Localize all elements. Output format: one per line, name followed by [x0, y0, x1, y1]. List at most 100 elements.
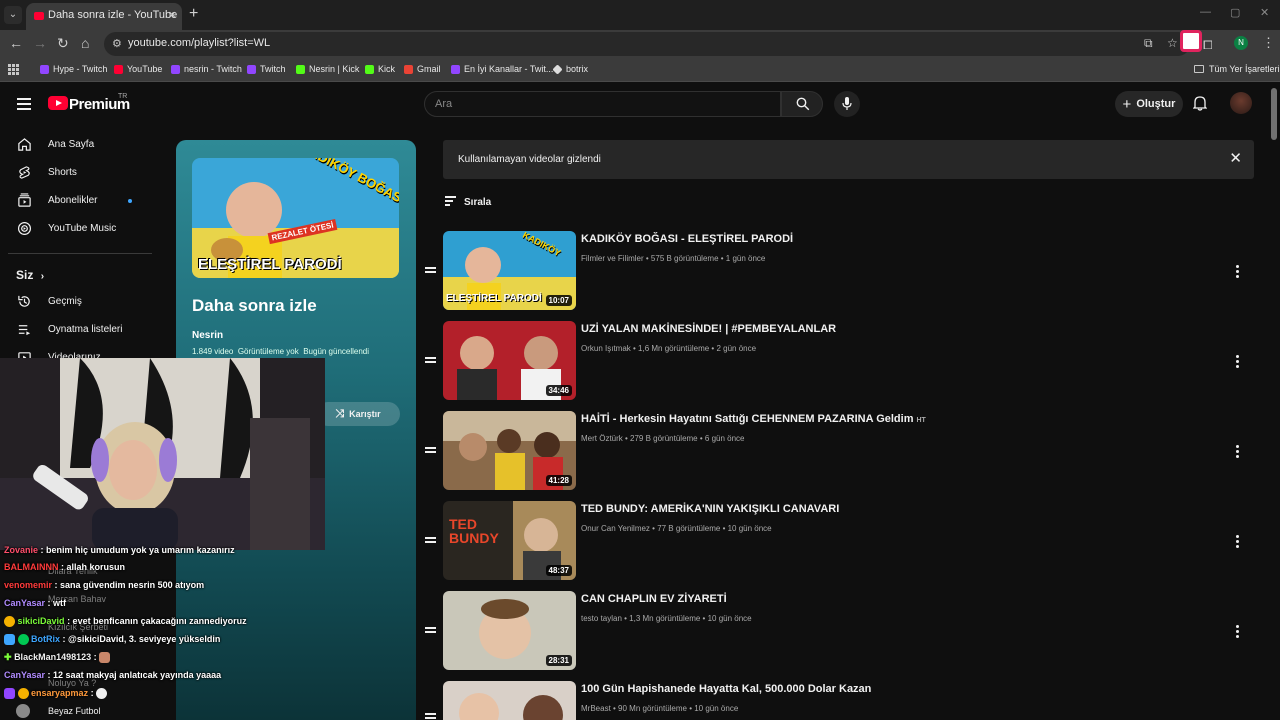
bookmark-gmail[interactable]: Gmail: [404, 64, 441, 74]
video-title[interactable]: TED BUNDY: AMERİKA'NIN YAKIŞIKLI CANAVAR…: [581, 503, 839, 515]
history-icon: [18, 295, 30, 307]
more-options-icon[interactable]: [1236, 445, 1240, 460]
back-icon[interactable]: ←: [9, 35, 23, 51]
more-options-icon[interactable]: [1236, 535, 1240, 550]
list-item[interactable]: KADIKÖY ELEŞTİREL PARODİ 10:07 KADIKÖY B…: [422, 231, 1262, 311]
sidebar-item-history[interactable]: Geçmiş: [0, 288, 160, 316]
bookmark-nesrin-kick[interactable]: Nesrin | Kick: [296, 64, 359, 74]
stream-chat-overlay: Zovanie : benim hiç umudum yok ya umarım…: [0, 542, 325, 702]
video-thumbnail[interactable]: 34:46: [443, 321, 576, 400]
youtube-icon: [114, 64, 123, 74]
close-icon[interactable]: ✕: [1229, 151, 1242, 166]
video-thumbnail[interactable]: 28:31: [443, 591, 576, 670]
browser-tab-bar: ⌄ Daha sonra izle - YouTube × + — ▢ ✕: [0, 0, 1280, 30]
video-title[interactable]: CAN CHAPLIN EV ZİYARETİ: [581, 593, 727, 605]
search-button[interactable]: [781, 91, 823, 117]
video-meta: Orkun Işıtmak • 1,6 Mn görüntüleme • 2 g…: [581, 344, 757, 353]
emote-icon: [99, 652, 111, 664]
sidebar-item-youtube-music[interactable]: YouTube Music: [0, 215, 160, 243]
list-item[interactable]: 41:28 HAİTİ - Herkesin Hayatını Sattığı …: [422, 411, 1262, 491]
chat-message: BotRix : @sikiciDavid, 3. seviyeye yükse…: [4, 634, 220, 646]
bookmark-kick[interactable]: Kick: [365, 64, 395, 74]
playlist-owner[interactable]: Nesrin: [192, 330, 223, 341]
drag-handle-icon[interactable]: [425, 447, 436, 455]
all-bookmarks[interactable]: Tüm Yer İşaretleri: [1194, 64, 1280, 74]
twitch-icon: [40, 64, 49, 74]
playlists-icon: [18, 325, 31, 336]
tab-close-icon[interactable]: ×: [168, 7, 176, 22]
video-duration: 28:31: [545, 655, 572, 666]
install-app-icon[interactable]: ⧉: [1144, 36, 1153, 51]
drag-handle-icon[interactable]: [425, 267, 436, 275]
drag-handle-icon[interactable]: [425, 357, 436, 365]
youtube-favicon-icon: [34, 12, 44, 20]
more-options-icon[interactable]: [1236, 265, 1240, 280]
hamburger-menu-icon[interactable]: [17, 98, 31, 110]
playlist-thumbnail[interactable]: KADIKÖY BOĞASI REZALET ÖTESİ ELEŞTİREL P…: [192, 158, 399, 278]
window-close-icon[interactable]: ✕: [1260, 6, 1269, 19]
bookmark-botrix[interactable]: botrix: [552, 63, 588, 75]
thumb-overlay-text: TED BUNDY: [449, 516, 499, 546]
video-title[interactable]: KADIKÖY BOĞASI - ELEŞTİREL PARODİ: [581, 233, 793, 245]
address-bar[interactable]: ⚙ youtube.com/playlist?list=WL ⧉ ☆: [104, 32, 1190, 56]
bookmark-star-icon[interactable]: ☆: [1167, 36, 1178, 50]
reload-icon[interactable]: ↻: [57, 35, 69, 52]
bookmark-youtube[interactable]: YouTube: [114, 64, 162, 74]
browser-toolbar: ← → ↻ ⌂ ⚙ youtube.com/playlist?list=WL ⧉…: [0, 30, 1280, 58]
extensions-puzzle-icon[interactable]: ⧠: [1203, 38, 1213, 53]
browser-profile-avatar[interactable]: N: [1234, 36, 1248, 50]
browser-menu-icon[interactable]: ⋮: [1262, 35, 1275, 51]
channel-badge: HT: [916, 417, 926, 424]
voice-search-button[interactable]: [834, 91, 860, 117]
minimize-icon[interactable]: —: [1200, 6, 1211, 18]
list-item[interactable]: TED BUNDY 48:37 TED BUNDY: AMERİKA'NIN YA…: [422, 501, 1262, 581]
sort-button[interactable]: Sırala: [445, 196, 491, 208]
account-avatar[interactable]: [1230, 92, 1252, 114]
sidebar-item-home[interactable]: Ana Sayfa: [0, 131, 160, 159]
drag-handle-icon[interactable]: [425, 537, 436, 545]
list-item[interactable]: 28:31 CAN CHAPLIN EV ZİYARETİ testo tayl…: [422, 591, 1262, 671]
chat-message: ✚ BlackMan1498123 :: [4, 652, 111, 664]
youtube-logo-icon[interactable]: [48, 96, 68, 110]
notifications-bell-icon[interactable]: [1193, 95, 1207, 111]
new-tab-icon[interactable]: +: [189, 5, 198, 23]
sidebar-item-playlists[interactable]: Oynatma listeleri: [0, 316, 160, 344]
maximize-icon[interactable]: ▢: [1230, 6, 1240, 19]
sidebar-item-beyaz-futbol[interactable]: Beyaz Futbol: [16, 703, 156, 719]
extension-icon[interactable]: [1180, 30, 1202, 52]
apps-grid-icon[interactable]: [8, 64, 19, 75]
drag-handle-icon[interactable]: [425, 713, 436, 720]
bookmark-twitch[interactable]: Twitch: [247, 64, 286, 74]
sidebar-item-shorts[interactable]: Shorts: [0, 159, 160, 187]
sidebar-you-section[interactable]: Siz ›: [16, 268, 44, 282]
video-title[interactable]: 100 Gün Hapishanede Hayatta Kal, 500.000…: [581, 683, 871, 695]
bookmark-hype-twitch[interactable]: Hype - Twitch: [40, 64, 107, 74]
list-item[interactable]: 100 Gün Hapishanede Hayatta Kal, 500.000…: [422, 681, 1262, 720]
bookmark-en-iyi-kanallar[interactable]: En İyi Kanallar - Twit...: [451, 64, 553, 74]
bookmark-nesrin-twitch[interactable]: nesrin - Twitch: [171, 64, 242, 74]
more-options-icon[interactable]: [1236, 625, 1240, 640]
video-thumbnail[interactable]: KADIKÖY ELEŞTİREL PARODİ 10:07: [443, 231, 576, 310]
video-thumbnail[interactable]: [443, 681, 576, 720]
address-url[interactable]: youtube.com/playlist?list=WL: [128, 37, 270, 49]
create-button[interactable]: + Oluştur: [1115, 91, 1183, 117]
forward-icon[interactable]: →: [33, 35, 47, 51]
video-thumbnail[interactable]: TED BUNDY 48:37: [443, 501, 576, 580]
home-page-icon[interactable]: ⌂: [81, 35, 89, 51]
video-title[interactable]: UZİ YALAN MAKİNESİNDE! | #PEMBEYALANLAR: [581, 323, 836, 335]
tab-search-chevron-icon[interactable]: ⌄: [4, 6, 22, 24]
botrix-icon: [552, 63, 563, 75]
browser-tab-active[interactable]: Daha sonra izle - YouTube ×: [26, 3, 182, 30]
site-info-icon[interactable]: ⚙: [112, 37, 122, 50]
page-scrollbar[interactable]: [1271, 88, 1277, 140]
list-item[interactable]: 34:46 UZİ YALAN MAKİNESİNDE! | #PEMBEYAL…: [422, 321, 1262, 401]
twitch-icon: [451, 64, 460, 74]
sidebar-item-subscriptions[interactable]: Abonelikler: [0, 187, 160, 215]
drag-handle-icon[interactable]: [425, 627, 436, 635]
more-options-icon[interactable]: [1236, 355, 1240, 370]
search-input[interactable]: Ara: [424, 91, 781, 117]
video-thumbnail[interactable]: 41:28: [443, 411, 576, 490]
hidden-videos-banner: Kullanılamayan videolar gizlendi ✕: [443, 140, 1254, 179]
video-title[interactable]: HAİTİ - Herkesin Hayatını Sattığı CEHENN…: [581, 413, 926, 425]
shuffle-button[interactable]: ⤨ Karıştır: [316, 402, 400, 426]
